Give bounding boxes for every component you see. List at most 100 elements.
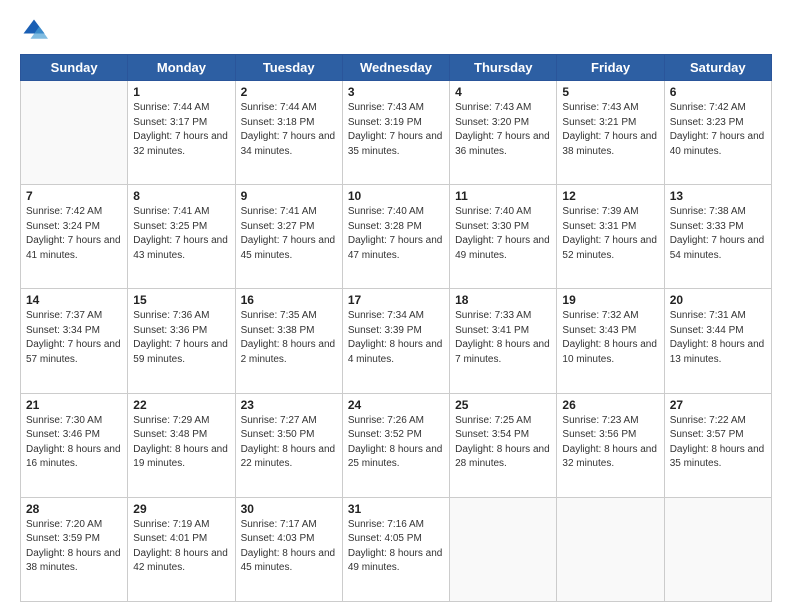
calendar-day-cell (21, 81, 128, 185)
day-info: Sunrise: 7:26 AMSunset: 3:52 PMDaylight:… (348, 414, 444, 472)
calendar-week-row: 21 Sunrise: 7:30 AMSunset: 3:46 PMDayligh… (21, 393, 772, 497)
calendar-day-cell: 22Sunrise: 7:29 AMSunset: 3:48 PMDayligh… (128, 393, 235, 497)
day-info: Sunrise: 7:38 AMSunset: 3:33 PMDaylight:… (670, 205, 766, 263)
calendar-day-cell: 15 Sunrise: 7:36 AMSunset: 3:36 PMDayligh… (128, 289, 235, 393)
weekday-header: Friday (557, 55, 664, 81)
day-number: 22 (133, 398, 229, 412)
day-info: Sunrise: 7:22 AMSunset: 3:57 PMDaylight:… (670, 414, 766, 472)
calendar-day-cell: 5 Sunrise: 7:43 AMSunset: 3:21 PMDaylight… (557, 81, 664, 185)
weekday-header: Saturday (664, 55, 771, 81)
day-number: 19 (562, 293, 658, 307)
calendar-day-cell: 6 Sunrise: 7:42 AMSunset: 3:23 PMDaylight… (664, 81, 771, 185)
day-info: Sunrise: 7:42 AMSunset: 3:24 PMDaylight:… (26, 205, 122, 263)
day-info: Sunrise: 7:23 AMSunset: 3:56 PMDaylight:… (562, 414, 658, 472)
day-number: 4 (455, 85, 551, 99)
day-info: Sunrise: 7:20 AMSunset: 3:59 PMDaylight:… (26, 518, 122, 576)
day-number: 26 (562, 398, 658, 412)
day-number: 12 (562, 189, 658, 203)
calendar-day-cell: 11 Sunrise: 7:40 AMSunset: 3:30 PMDayligh… (450, 185, 557, 289)
day-info: Sunrise: 7:40 AMSunset: 3:30 PMDaylight:… (455, 205, 551, 263)
day-number: 1 (133, 85, 229, 99)
day-number: 5 (562, 85, 658, 99)
calendar-week-row: 28 Sunrise: 7:20 AMSunset: 3:59 PMDayligh… (21, 497, 772, 601)
day-info: Sunrise: 7:16 AMSunset: 4:05 PMDaylight:… (348, 518, 444, 576)
day-info: Sunrise: 7:44 AMSunset: 3:17 PMDaylight:… (133, 101, 229, 159)
day-number: 29 (133, 502, 229, 516)
header (20, 16, 772, 44)
weekday-header: Wednesday (342, 55, 449, 81)
day-number: 27 (670, 398, 766, 412)
calendar-week-row: 1 Sunrise: 7:44 AMSunset: 3:17 PMDaylight… (21, 81, 772, 185)
page: SundayMondayTuesdayWednesdayThursdayFrid… (0, 0, 792, 612)
logo (20, 16, 52, 44)
calendar-day-cell (557, 497, 664, 601)
day-info: Sunrise: 7:27 AMSunset: 3:50 PMDaylight:… (241, 414, 337, 472)
calendar-day-cell: 2 Sunrise: 7:44 AMSunset: 3:18 PMDaylight… (235, 81, 342, 185)
day-info: Sunrise: 7:17 AMSunset: 4:03 PMDaylight:… (241, 518, 337, 576)
calendar-day-cell: 18Sunrise: 7:33 AMSunset: 3:41 PMDayligh… (450, 289, 557, 393)
calendar-day-cell: 8 Sunrise: 7:41 AMSunset: 3:25 PMDaylight… (128, 185, 235, 289)
day-number: 30 (241, 502, 337, 516)
day-info: Sunrise: 7:37 AMSunset: 3:34 PMDaylight:… (26, 309, 122, 367)
day-number: 21 (26, 398, 122, 412)
day-info: Sunrise: 7:31 AMSunset: 3:44 PMDaylight:… (670, 309, 766, 367)
calendar-day-cell: 21 Sunrise: 7:30 AMSunset: 3:46 PMDayligh… (21, 393, 128, 497)
calendar-day-cell: 14Sunrise: 7:37 AMSunset: 3:34 PMDayligh… (21, 289, 128, 393)
day-number: 9 (241, 189, 337, 203)
day-number: 15 (133, 293, 229, 307)
day-number: 17 (348, 293, 444, 307)
day-info: Sunrise: 7:41 AMSunset: 3:25 PMDaylight:… (133, 205, 229, 263)
calendar-day-cell (450, 497, 557, 601)
calendar-day-cell: 23 Sunrise: 7:27 AMSunset: 3:50 PMDayligh… (235, 393, 342, 497)
calendar-day-cell: 12 Sunrise: 7:39 AMSunset: 3:31 PMDayligh… (557, 185, 664, 289)
calendar-day-cell: 9Sunrise: 7:41 AMSunset: 3:27 PMDaylight… (235, 185, 342, 289)
day-info: Sunrise: 7:32 AMSunset: 3:43 PMDaylight:… (562, 309, 658, 367)
day-number: 28 (26, 502, 122, 516)
calendar-day-cell: 17 Sunrise: 7:34 AMSunset: 3:39 PMDayligh… (342, 289, 449, 393)
weekday-header-row: SundayMondayTuesdayWednesdayThursdayFrid… (21, 55, 772, 81)
day-info: Sunrise: 7:43 AMSunset: 3:19 PMDaylight:… (348, 101, 444, 159)
day-number: 10 (348, 189, 444, 203)
day-number: 11 (455, 189, 551, 203)
day-info: Sunrise: 7:43 AMSunset: 3:21 PMDaylight:… (562, 101, 658, 159)
weekday-header: Sunday (21, 55, 128, 81)
logo-icon (20, 16, 48, 44)
day-info: Sunrise: 7:35 AMSunset: 3:38 PMDaylight:… (241, 309, 337, 367)
day-info: Sunrise: 7:34 AMSunset: 3:39 PMDaylight:… (348, 309, 444, 367)
calendar: SundayMondayTuesdayWednesdayThursdayFrid… (20, 54, 772, 602)
day-info: Sunrise: 7:19 AMSunset: 4:01 PMDaylight:… (133, 518, 229, 576)
calendar-day-cell: 28 Sunrise: 7:20 AMSunset: 3:59 PMDayligh… (21, 497, 128, 601)
calendar-day-cell: 10 Sunrise: 7:40 AMSunset: 3:28 PMDayligh… (342, 185, 449, 289)
day-number: 25 (455, 398, 551, 412)
day-number: 23 (241, 398, 337, 412)
day-number: 24 (348, 398, 444, 412)
calendar-day-cell: 27 Sunrise: 7:22 AMSunset: 3:57 PMDayligh… (664, 393, 771, 497)
calendar-day-cell: 26 Sunrise: 7:23 AMSunset: 3:56 PMDayligh… (557, 393, 664, 497)
calendar-day-cell: 24 Sunrise: 7:26 AMSunset: 3:52 PMDayligh… (342, 393, 449, 497)
day-info: Sunrise: 7:42 AMSunset: 3:23 PMDaylight:… (670, 101, 766, 159)
calendar-day-cell: 29 Sunrise: 7:19 AMSunset: 4:01 PMDayligh… (128, 497, 235, 601)
day-number: 7 (26, 189, 122, 203)
calendar-day-cell: 20Sunrise: 7:31 AMSunset: 3:44 PMDayligh… (664, 289, 771, 393)
day-info: Sunrise: 7:40 AMSunset: 3:28 PMDaylight:… (348, 205, 444, 263)
day-number: 13 (670, 189, 766, 203)
calendar-day-cell: 30 Sunrise: 7:17 AMSunset: 4:03 PMDayligh… (235, 497, 342, 601)
calendar-day-cell: 1 Sunrise: 7:44 AMSunset: 3:17 PMDaylight… (128, 81, 235, 185)
weekday-header: Monday (128, 55, 235, 81)
calendar-day-cell: 7 Sunrise: 7:42 AMSunset: 3:24 PMDaylight… (21, 185, 128, 289)
calendar-day-cell: 19 Sunrise: 7:32 AMSunset: 3:43 PMDayligh… (557, 289, 664, 393)
day-info: Sunrise: 7:44 AMSunset: 3:18 PMDaylight:… (241, 101, 337, 159)
day-number: 18 (455, 293, 551, 307)
day-info: Sunrise: 7:36 AMSunset: 3:36 PMDaylight:… (133, 309, 229, 367)
day-number: 6 (670, 85, 766, 99)
calendar-day-cell: 4 Sunrise: 7:43 AMSunset: 3:20 PMDaylight… (450, 81, 557, 185)
day-number: 2 (241, 85, 337, 99)
day-number: 16 (241, 293, 337, 307)
day-info: Sunrise: 7:30 AMSunset: 3:46 PMDaylight:… (26, 414, 122, 472)
day-number: 8 (133, 189, 229, 203)
calendar-day-cell: 25Sunrise: 7:25 AMSunset: 3:54 PMDayligh… (450, 393, 557, 497)
day-info: Sunrise: 7:39 AMSunset: 3:31 PMDaylight:… (562, 205, 658, 263)
weekday-header: Tuesday (235, 55, 342, 81)
calendar-week-row: 14Sunrise: 7:37 AMSunset: 3:34 PMDayligh… (21, 289, 772, 393)
day-info: Sunrise: 7:43 AMSunset: 3:20 PMDaylight:… (455, 101, 551, 159)
